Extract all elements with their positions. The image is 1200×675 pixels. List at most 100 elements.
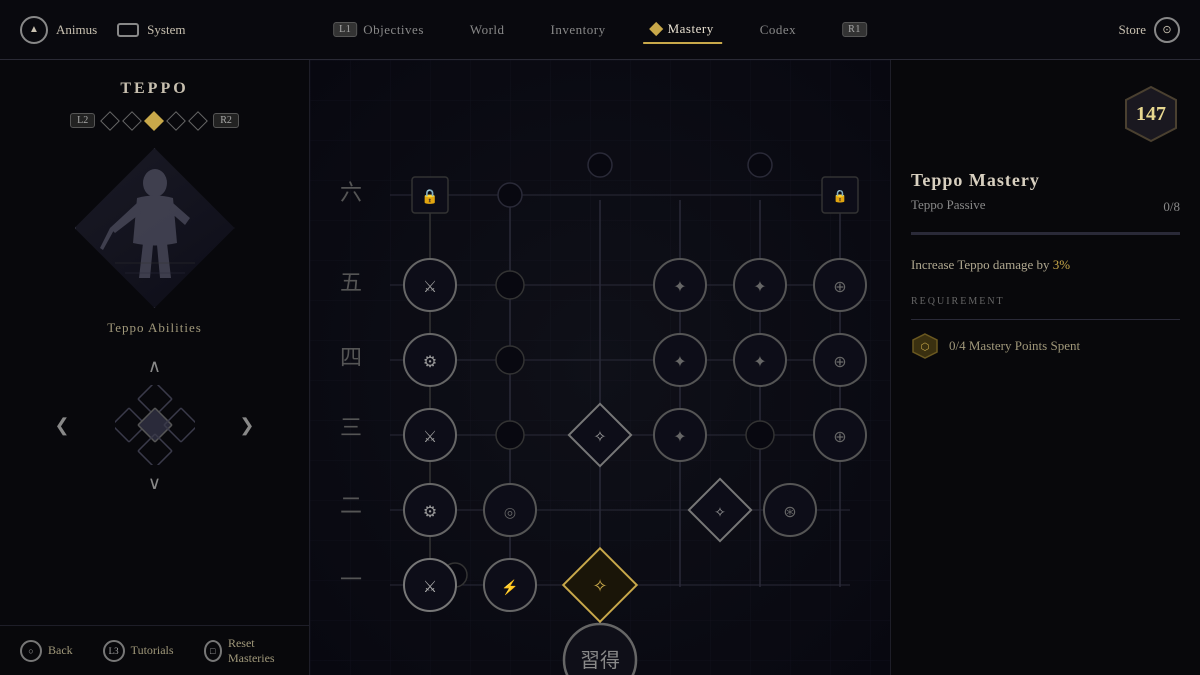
requirement-item: ⬡ 0/4 Mastery Points Spent bbox=[911, 332, 1180, 360]
desc-prefix: Increase Teppo damage by bbox=[911, 257, 1053, 272]
tutorials-button[interactable]: L3 Tutorials bbox=[103, 640, 174, 662]
codex-label: Codex bbox=[760, 22, 796, 38]
character-nav-left[interactable]: ❮ bbox=[55, 415, 70, 436]
character-portrait bbox=[75, 148, 235, 308]
dot-3 bbox=[144, 111, 164, 131]
nav-diamond-grid bbox=[115, 385, 195, 465]
character-name: TEPPO bbox=[120, 80, 188, 98]
tutorials-icon: L3 bbox=[103, 640, 125, 662]
skill-node-3-diamond: ✧ bbox=[569, 404, 631, 466]
svg-text:✦: ✦ bbox=[673, 429, 686, 446]
system-icon bbox=[117, 23, 139, 37]
desc-value: 3% bbox=[1053, 257, 1070, 272]
nav-codex[interactable]: Codex bbox=[752, 17, 804, 43]
svg-text:✦: ✦ bbox=[753, 279, 766, 296]
reset-icon: □ bbox=[204, 640, 222, 662]
svg-text:✦: ✦ bbox=[673, 279, 686, 296]
mastery-panel-title: Teppo Mastery bbox=[911, 170, 1180, 191]
svg-text:⚔: ⚔ bbox=[423, 279, 437, 296]
dot-5 bbox=[188, 111, 208, 131]
back-button[interactable]: ○ Back bbox=[20, 640, 73, 662]
svg-text:⚡: ⚡ bbox=[501, 579, 518, 596]
svg-text:⚔: ⚔ bbox=[423, 579, 437, 596]
kanji-5: 五 bbox=[340, 270, 362, 295]
right-panel: 147 Teppo Mastery Teppo Passive 0/8 Incr… bbox=[890, 60, 1200, 675]
requirement-text: 0/4 Mastery Points Spent bbox=[949, 338, 1080, 354]
mastery-progress-bar bbox=[911, 232, 1180, 235]
skill-node-1-active: ✧ bbox=[563, 548, 637, 622]
nav-world[interactable]: World bbox=[462, 17, 513, 43]
nav-objectives[interactable]: L1 Objectives bbox=[325, 17, 432, 43]
r2-tag: R2 bbox=[213, 113, 239, 128]
mastery-label: Mastery bbox=[668, 21, 714, 37]
svg-text:習得: 習得 bbox=[580, 649, 620, 672]
svg-text:⚙: ⚙ bbox=[423, 504, 437, 521]
svg-text:◎: ◎ bbox=[504, 506, 516, 521]
svg-text:✦: ✦ bbox=[673, 354, 686, 371]
kanji-1: 一 bbox=[340, 567, 362, 592]
skill-node-6-4 bbox=[748, 153, 772, 177]
reset-label: Reset Masteries bbox=[228, 636, 289, 666]
dot-1 bbox=[100, 111, 120, 131]
character-nav-up[interactable]: ∧ bbox=[148, 356, 161, 377]
skill-tree: 六 五 四 三 二 一 bbox=[310, 60, 890, 675]
store-icon[interactable]: ⊙ bbox=[1154, 17, 1180, 43]
skill-node-6-3 bbox=[588, 153, 612, 177]
mastery-diamond-icon bbox=[650, 21, 664, 35]
kanji-6: 六 bbox=[340, 180, 362, 205]
skill-node-6-2 bbox=[498, 183, 522, 207]
store-label[interactable]: Store bbox=[1119, 22, 1146, 38]
req-icon: ⬡ bbox=[911, 332, 939, 360]
animus-label: Animus bbox=[56, 22, 97, 38]
objectives-label: Objectives bbox=[363, 22, 424, 38]
svg-text:⊕: ⊕ bbox=[833, 279, 846, 296]
svg-text:⊛: ⊛ bbox=[783, 504, 796, 521]
mastery-passive-label: Teppo Passive bbox=[911, 197, 986, 213]
requirement-label: REQUIREMENT bbox=[911, 296, 1180, 307]
skill-node-3-5 bbox=[746, 421, 774, 449]
svg-text:🔒: 🔒 bbox=[833, 189, 848, 203]
l1-tag: L1 bbox=[333, 22, 357, 37]
bottom-bar: ○ Back L3 Tutorials □ Reset Masteries bbox=[0, 625, 309, 675]
world-label: World bbox=[470, 22, 505, 38]
nav-center: L1 Objectives World Inventory Mastery Co… bbox=[325, 16, 875, 44]
l2-tag: L2 bbox=[70, 113, 95, 128]
svg-text:⚙: ⚙ bbox=[423, 354, 437, 371]
mastery-description: Increase Teppo damage by 3% bbox=[911, 255, 1180, 276]
left-panel: TEPPO L2 R2 bbox=[0, 60, 310, 675]
svg-text:🔒: 🔒 bbox=[421, 189, 438, 205]
nav-mastery[interactable]: Mastery bbox=[644, 16, 722, 44]
skill-node-3-2 bbox=[496, 421, 524, 449]
inventory-label: Inventory bbox=[551, 22, 606, 38]
character-label: Teppo Abilities bbox=[107, 320, 202, 336]
mastery-count-badge: 147 bbox=[1122, 85, 1180, 143]
svg-text:⊕: ⊕ bbox=[833, 429, 846, 446]
kanji-3: 三 bbox=[340, 415, 362, 440]
svg-text:⬡: ⬡ bbox=[921, 342, 930, 353]
svg-text:✧: ✧ bbox=[593, 429, 606, 446]
nav-inventory[interactable]: Inventory bbox=[543, 17, 614, 43]
animus-logo[interactable]: ▲ Animus bbox=[20, 16, 97, 44]
svg-text:✧: ✧ bbox=[592, 576, 607, 596]
mastery-dots-row: L2 R2 bbox=[70, 113, 239, 128]
skill-node-2-diamond: ✧ bbox=[689, 479, 751, 541]
back-label: Back bbox=[48, 643, 73, 658]
nav-right: Store ⊙ bbox=[1119, 17, 1180, 43]
skill-node-5-2 bbox=[496, 271, 524, 299]
dot-2 bbox=[122, 111, 142, 131]
character-nav-down[interactable]: ∨ bbox=[148, 473, 161, 494]
kanji-2: 二 bbox=[340, 493, 362, 518]
reset-button[interactable]: □ Reset Masteries bbox=[204, 636, 289, 666]
main-content: TEPPO L2 R2 bbox=[0, 60, 1200, 675]
character-silhouette-svg bbox=[95, 163, 215, 293]
skill-node-4-2 bbox=[496, 346, 524, 374]
system-menu[interactable]: System bbox=[117, 22, 185, 38]
svg-text:✦: ✦ bbox=[753, 354, 766, 371]
mastery-progress-value: 0/8 bbox=[1163, 199, 1180, 215]
system-label: System bbox=[147, 22, 185, 38]
dot-4 bbox=[166, 111, 186, 131]
nav-r1[interactable]: R1 bbox=[834, 17, 875, 42]
tutorials-label: Tutorials bbox=[131, 643, 174, 658]
nav-left: ▲ Animus System bbox=[20, 16, 185, 44]
character-nav-right[interactable]: ❯ bbox=[239, 415, 254, 436]
